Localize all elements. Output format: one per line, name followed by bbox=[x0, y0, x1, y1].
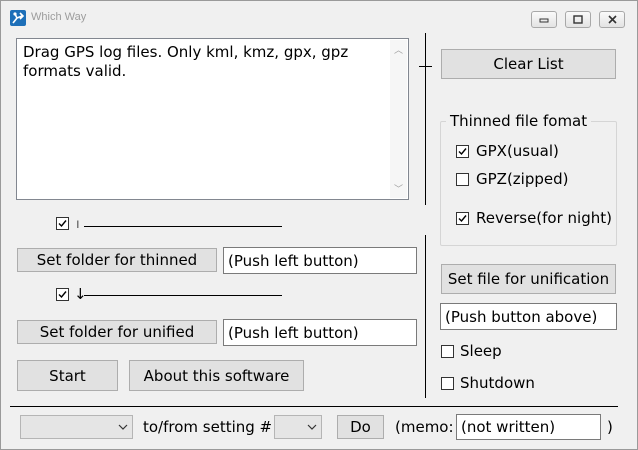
checkmark-icon bbox=[458, 215, 467, 223]
reverse-label: Reverse(for night) bbox=[476, 209, 612, 227]
memo-close-paren: ) bbox=[607, 418, 613, 436]
chevron-down-icon bbox=[118, 424, 128, 430]
close-icon bbox=[607, 15, 617, 24]
checkmark-icon bbox=[58, 220, 67, 228]
thin-enable-checkbox[interactable] bbox=[56, 217, 69, 230]
gpx-checkbox[interactable] bbox=[456, 145, 469, 158]
maximize-button[interactable] bbox=[565, 11, 591, 28]
checkmark-icon bbox=[458, 148, 467, 156]
reverse-checkbox[interactable] bbox=[456, 212, 469, 225]
window-title: Which Way bbox=[31, 11, 87, 23]
chevron-down-icon bbox=[307, 424, 317, 430]
divider-tick bbox=[419, 66, 432, 67]
gpz-label: GPZ(zipped) bbox=[476, 170, 569, 188]
set-file-unification-button[interactable]: Set file for unification bbox=[441, 264, 616, 294]
sleep-label: Sleep bbox=[460, 342, 502, 360]
which-way-app-icon bbox=[10, 10, 26, 26]
scroll-down-icon[interactable]: ﹀ bbox=[394, 182, 403, 195]
unify-enable-checkbox[interactable] bbox=[56, 288, 69, 301]
thin-flow-line bbox=[84, 226, 282, 227]
thin-marker: ı bbox=[76, 217, 80, 232]
setting-select[interactable] bbox=[20, 415, 133, 439]
memo-field[interactable]: (not written) bbox=[456, 414, 601, 440]
unified-folder-field[interactable]: (Push left button) bbox=[223, 319, 417, 346]
thinned-format-title: Thinned file fomat bbox=[446, 112, 592, 130]
shutdown-checkbox[interactable] bbox=[441, 377, 454, 390]
down-arrow-icon: ↓ bbox=[74, 285, 87, 303]
bottom-divider bbox=[10, 406, 618, 407]
vertical-divider-bottom bbox=[425, 235, 426, 398]
file-drop-list[interactable]: Drag GPS log files. Only kml, kmz, gpx, … bbox=[16, 38, 409, 200]
thinned-folder-field[interactable]: (Push left button) bbox=[223, 247, 417, 274]
memo-label: (memo: bbox=[395, 418, 454, 436]
drop-list-scrollbar[interactable]: ︿ ﹀ bbox=[390, 40, 407, 198]
unification-file-field[interactable]: (Push button above) bbox=[440, 303, 617, 330]
maximize-icon bbox=[573, 15, 583, 24]
to-from-label: to/from setting # bbox=[143, 418, 273, 436]
gpx-label: GPX(usual) bbox=[476, 142, 559, 160]
about-button[interactable]: About this software bbox=[129, 360, 304, 391]
start-button[interactable]: Start bbox=[17, 360, 118, 391]
set-folder-thinned-button[interactable]: Set folder for thinned bbox=[17, 248, 217, 272]
clear-list-button[interactable]: Clear List bbox=[441, 49, 616, 79]
shutdown-label: Shutdown bbox=[460, 374, 535, 392]
checkmark-icon bbox=[58, 291, 67, 299]
gpz-checkbox[interactable] bbox=[456, 173, 469, 186]
sleep-checkbox[interactable] bbox=[441, 345, 454, 358]
do-button[interactable]: Do bbox=[337, 415, 384, 439]
close-button[interactable] bbox=[599, 11, 625, 28]
scroll-up-icon[interactable]: ︿ bbox=[394, 43, 403, 56]
drop-instructions: Drag GPS log files. Only kml, kmz, gpx, … bbox=[23, 43, 349, 80]
minimize-button[interactable] bbox=[531, 11, 557, 28]
unify-flow-line bbox=[84, 295, 282, 296]
vertical-divider-top bbox=[425, 33, 426, 205]
setting-number-select[interactable] bbox=[274, 415, 322, 439]
set-folder-unified-button[interactable]: Set folder for unified bbox=[17, 320, 217, 344]
minimize-icon bbox=[539, 18, 549, 22]
